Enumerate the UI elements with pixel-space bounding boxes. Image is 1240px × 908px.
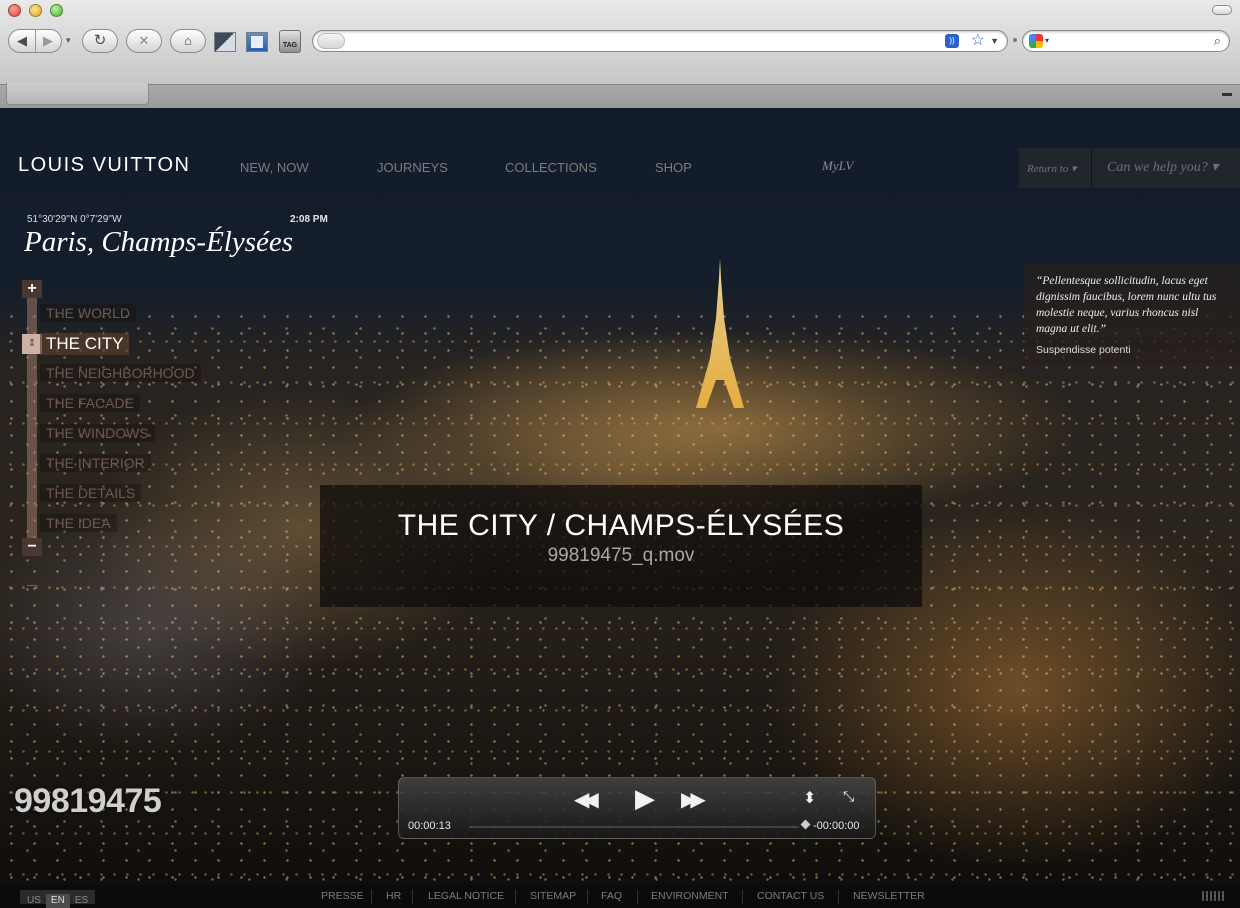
remaining-time: -00:00:00 [813, 820, 860, 832]
home-button[interactable]: ⌂ [170, 29, 206, 53]
zoom-level-interior[interactable]: THE INTERIOR [40, 454, 151, 472]
exit-fullscreen-icon[interactable]: ⤡ [843, 788, 854, 805]
zoom-in-button[interactable]: + [22, 280, 42, 298]
zoom-level-details[interactable]: THE DETAILS [40, 484, 142, 502]
zoom-level-facade[interactable]: THE FACADE [40, 394, 140, 412]
language-switcher: US EN ES [20, 890, 96, 908]
toolbar-separator [1013, 38, 1017, 42]
language-us[interactable]: US [22, 894, 46, 908]
forward-arrow-icon[interactable]: ▶ [35, 30, 61, 52]
my-lv-link[interactable]: MyLV [822, 158, 853, 174]
brand-logo[interactable]: LOUIS VUITTON [18, 154, 191, 177]
video-stage: LOUIS VUITTON NEW, NOW JOURNEYS COLLECTI… [0, 108, 1240, 908]
footer-link-presse[interactable]: PRESSE [321, 890, 364, 902]
browser-chrome: ◀ ▶ ▾ ↻ ✕ ⌂ TAG )) ☆ ▼ ▾ ⌕ ▬ [0, 0, 1240, 108]
divider [27, 585, 37, 586]
footer-link-hr[interactable]: HR [386, 890, 401, 902]
location-title: Paris, Champs-Élysées [24, 226, 294, 258]
video-id-overlay: 99819475 [14, 782, 162, 820]
stop-button[interactable]: ✕ [126, 29, 162, 53]
footer-link-environment[interactable]: ENVIRONMENT [651, 890, 729, 902]
nav-item-collections[interactable]: COLLECTIONS [505, 160, 597, 175]
reload-button[interactable]: ↻ [82, 29, 118, 53]
search-input[interactable]: ▾ ⌕ [1022, 30, 1230, 52]
tag-button[interactable]: TAG [279, 30, 301, 53]
local-time: 2:08 PM [290, 214, 328, 225]
video-filename: 99819475_q.mov [547, 545, 695, 566]
nav-item-journeys[interactable]: JOURNEYS [377, 160, 448, 175]
zoom-track[interactable] [27, 288, 37, 550]
video-title: THE CITY / CHAMPS-ÉLYSÉES [397, 509, 845, 542]
return-to-dropdown[interactable]: Return to ▾ [1027, 162, 1077, 175]
play-icon[interactable]: ▶ [635, 783, 655, 814]
search-icon[interactable]: ⌕ [1214, 31, 1221, 51]
tab-current[interactable] [6, 83, 149, 105]
home-icon: ⌂ [184, 33, 192, 48]
close-window-button[interactable] [8, 4, 21, 17]
help-dropdown[interactable]: Can we help you? ▾ [1107, 159, 1218, 176]
close-icon: ✕ [138, 33, 150, 48]
minimize-window-button[interactable] [29, 4, 42, 17]
zoom-level-world[interactable]: THE WORLD [40, 304, 136, 322]
tab-strip: ▬ [0, 83, 1240, 108]
address-bar[interactable]: )) ☆ ▼ [312, 30, 1008, 52]
elapsed-time: 00:00:13 [408, 820, 451, 832]
search-engine-dropdown-icon[interactable]: ▾ [1045, 31, 1049, 51]
footer-link-faq[interactable]: FAQ [601, 890, 622, 902]
zoom-level-neighborhood[interactable]: THE NEIGHBORHOOD [40, 364, 201, 382]
volume-icon[interactable]: ⬍ [803, 788, 816, 808]
signal-icon [1202, 891, 1226, 901]
window-icon[interactable] [246, 32, 268, 52]
toolbar-toggle-button[interactable] [1212, 5, 1232, 15]
reload-icon: ↻ [93, 32, 107, 49]
title-bar [0, 0, 1240, 22]
zoom-slider-handle[interactable]: ⇕ [22, 334, 42, 354]
quote-author: Suspendisse potenti [1036, 344, 1131, 356]
bookmark-star-icon[interactable]: ☆ [971, 31, 985, 51]
footer-link-contact-us[interactable]: CONTACT US [757, 890, 824, 902]
help-bar: Return to ▾ Can we help you? ▾ [1019, 148, 1240, 188]
quote-text: “Pellentesque sollicitudin, lacus eget d… [1036, 275, 1217, 335]
eiffel-tower-image [696, 258, 744, 408]
history-dropdown-icon[interactable]: ▾ [66, 35, 71, 46]
footer-link-legal-notice[interactable]: LEGAL NOTICE [428, 890, 504, 902]
rss-icon[interactable]: )) [945, 34, 959, 48]
nav-item-new-now[interactable]: NEW, NOW [240, 160, 309, 175]
nav-item-shop[interactable]: SHOP [655, 160, 692, 175]
fast-forward-icon[interactable]: ▶▶ [681, 787, 706, 812]
site-icon [317, 33, 345, 49]
rewind-icon[interactable]: ◀◀ [574, 787, 599, 812]
zoom-window-button[interactable] [50, 4, 63, 17]
bookmarklet-icon[interactable] [214, 32, 236, 52]
quote-panel: “Pellentesque sollicitudin, lacus eget d… [1024, 263, 1240, 363]
google-icon[interactable] [1029, 34, 1043, 48]
back-forward-buttons: ◀ ▶ [8, 29, 62, 53]
zoom-out-button[interactable]: − [22, 538, 42, 556]
tab-menu-icon[interactable]: ▬ [1222, 88, 1232, 99]
zoom-level-windows[interactable]: THE WINDOWS [40, 424, 155, 442]
video-controls: ◀◀ ▶ ▶▶ ⬍ ⤡ 00:00:13 -00:00:00 [398, 777, 876, 839]
footer: US EN ES PRESSE HR LEGAL NOTICE SITEMAP FA… [0, 885, 1240, 908]
zoom-level-city[interactable]: THE CITY [40, 333, 130, 355]
zoom-level-idea[interactable]: THE IDEA [40, 514, 117, 532]
language-en[interactable]: EN [45, 894, 70, 908]
footer-link-newsletter[interactable]: NEWSLETTER [853, 890, 925, 902]
scrubber[interactable] [469, 826, 799, 828]
footer-link-sitemap[interactable]: SITEMAP [530, 890, 576, 902]
playhead-icon[interactable] [800, 819, 811, 830]
back-arrow-icon[interactable]: ◀ [9, 30, 35, 52]
video-title-panel: THE CITY / CHAMPS-ÉLYSÉES 99819475_q.mov [320, 485, 922, 607]
location-coordinates: 51°30'29''N 0°7'29''W [27, 214, 122, 225]
language-es[interactable]: ES [70, 894, 93, 908]
chevron-down-icon[interactable]: ▼ [990, 31, 999, 51]
